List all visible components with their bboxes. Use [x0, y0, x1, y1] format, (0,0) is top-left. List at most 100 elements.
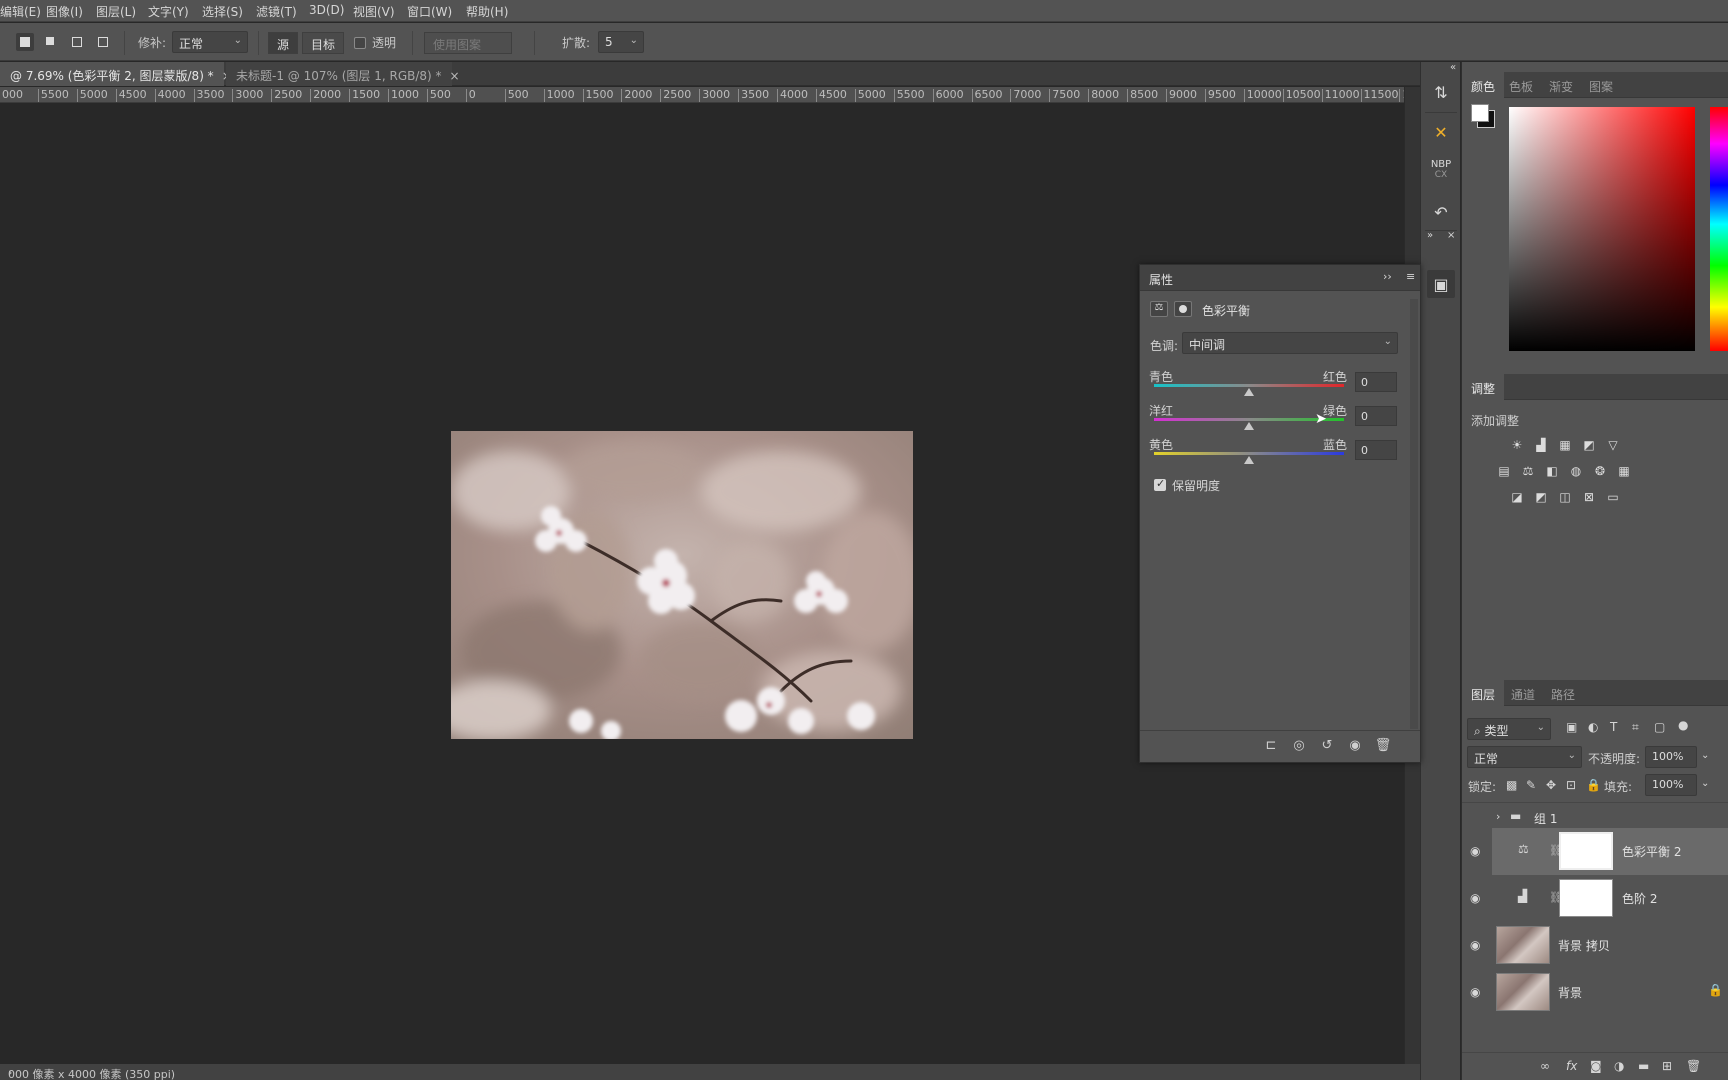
brightness-icon[interactable]: ☀: [1509, 438, 1525, 452]
invert-icon[interactable]: ◪: [1509, 490, 1525, 504]
lock-transparency-icon[interactable]: ▩: [1506, 778, 1517, 792]
navigator-button[interactable]: ↶: [1427, 198, 1455, 226]
tone-dropdown[interactable]: 中间调 ⌄: [1182, 332, 1398, 354]
use-pattern-button[interactable]: 使用图案: [424, 32, 512, 54]
fill-field[interactable]: 100%: [1645, 774, 1697, 796]
visibility-eye-icon[interactable]: ◉: [1470, 891, 1486, 905]
tab-gradients[interactable]: 渐变: [1540, 72, 1582, 98]
visibility-eye-icon[interactable]: ◉: [1346, 738, 1364, 756]
nbp-plugin-button[interactable]: NBP CX: [1427, 156, 1455, 184]
photo-filter-icon[interactable]: ◍: [1568, 464, 1584, 478]
cyan-red-track[interactable]: [1154, 384, 1344, 387]
collapse-dock-icon[interactable]: «: [1447, 62, 1459, 73]
source-button[interactable]: 源: [268, 32, 299, 54]
blend-mode-dropdown[interactable]: 正常 ⌄: [1467, 746, 1582, 768]
layer-row-background[interactable]: ◉ 背景 🔒: [1470, 969, 1728, 1016]
shape-filter-icon[interactable]: ⌗: [1632, 720, 1639, 735]
new-group-icon[interactable]: ▬: [1638, 1059, 1649, 1073]
yellow-blue-track[interactable]: [1154, 452, 1344, 455]
lock-icon[interactable]: 🔒: [1708, 983, 1723, 997]
link-layers-icon[interactable]: ∞: [1540, 1059, 1550, 1073]
chevron-down-icon[interactable]: ⌄: [1701, 778, 1709, 789]
channel-mixer-icon[interactable]: ❂: [1592, 464, 1608, 478]
menu-layer[interactable]: 图层(L): [96, 3, 136, 20]
expand-icon[interactable]: »: [1427, 230, 1433, 241]
magenta-green-input[interactable]: 0: [1355, 406, 1397, 426]
pixel-filter-icon[interactable]: ▣: [1566, 720, 1577, 734]
tab-document-active[interactable]: @ 7.69% (色彩平衡 2, 图层蒙版/8) *×: [0, 62, 232, 86]
yellow-blue-slider-thumb[interactable]: [1244, 456, 1254, 464]
color-lookup-icon[interactable]: ▦: [1616, 464, 1632, 478]
menu-select[interactable]: 选择(S): [202, 3, 243, 20]
chevron-right-icon[interactable]: ›: [1496, 810, 1500, 823]
patch-mode-dropdown[interactable]: 正常 ⌄: [172, 31, 248, 53]
cyan-red-slider-thumb[interactable]: [1244, 388, 1254, 396]
tab-channels[interactable]: 通道: [1502, 680, 1544, 706]
curves-icon[interactable]: ▦: [1557, 438, 1573, 452]
visibility-eye-icon[interactable]: ◉: [1470, 938, 1486, 952]
tab-layers[interactable]: 图层: [1462, 680, 1505, 706]
tab-adjustments[interactable]: 调整: [1462, 374, 1505, 400]
tab-document-untitled[interactable]: 未标题-1 @ 107% (图层 1, RGB/8) * ×: [226, 62, 460, 86]
properties-panel-button[interactable]: ▣: [1427, 270, 1455, 298]
tool-presets-button[interactable]: ✕: [1427, 118, 1455, 146]
fx-icon[interactable]: fx: [1566, 1059, 1577, 1073]
menu-type[interactable]: 文字(Y): [148, 3, 189, 20]
document-image[interactable]: [451, 431, 913, 739]
collapse-icon[interactable]: ››: [1383, 270, 1392, 283]
vibrance-icon[interactable]: ▽: [1605, 438, 1621, 452]
menu-help[interactable]: 帮助(H): [466, 3, 508, 20]
close-icon[interactable]: ×: [450, 69, 460, 83]
status-menu-arrow-icon[interactable]: ›: [8, 1066, 12, 1079]
layer-mask-icon[interactable]: [1174, 301, 1192, 317]
layer-filter-dropdown[interactable]: ⌕ 类型 ⌄: [1467, 718, 1551, 740]
tab-swatches[interactable]: 色板: [1500, 72, 1542, 98]
layer-row-color-balance[interactable]: ◉ ⚖ ⛓ 色彩平衡 2: [1470, 828, 1728, 875]
trash-icon[interactable]: 🗑: [1686, 1059, 1701, 1073]
lock-artboard-icon[interactable]: ⊡: [1566, 778, 1576, 792]
gradient-map-icon[interactable]: ▭: [1605, 490, 1621, 504]
view-previous-icon[interactable]: ◎: [1290, 738, 1308, 756]
diffusion-dropdown[interactable]: 5 ⌄: [598, 31, 644, 53]
color-balance-icon[interactable]: ⚖: [1520, 464, 1536, 478]
intersect-selection-button[interactable]: [94, 33, 112, 51]
add-selection-button[interactable]: [42, 33, 60, 51]
menu-window[interactable]: 窗口(W): [407, 3, 452, 20]
cyan-red-input[interactable]: 0: [1355, 372, 1397, 392]
menu-view[interactable]: 视图(V): [353, 3, 395, 20]
target-button[interactable]: 目标: [302, 32, 345, 54]
properties-scrollbar[interactable]: [1410, 299, 1418, 729]
filter-toggle-icon[interactable]: ●: [1678, 718, 1688, 732]
threshold-icon[interactable]: ◫: [1557, 490, 1573, 504]
menu-3d[interactable]: 3D(D): [309, 3, 344, 17]
new-selection-button[interactable]: [16, 33, 34, 51]
chevron-down-icon[interactable]: ⌄: [1701, 750, 1709, 761]
reset-icon[interactable]: ↺: [1318, 738, 1336, 756]
lock-position-icon[interactable]: ✥: [1546, 778, 1556, 792]
clip-to-layer-icon[interactable]: ⊏: [1262, 738, 1280, 756]
levels-icon[interactable]: ▟: [1533, 438, 1549, 452]
black-white-icon[interactable]: ◧: [1544, 464, 1560, 478]
selective-color-icon[interactable]: ⊠: [1581, 490, 1597, 504]
foreground-color-swatch[interactable]: [1471, 104, 1489, 122]
new-layer-icon[interactable]: ⊞: [1662, 1059, 1672, 1073]
menu-image[interactable]: 图像(I): [46, 3, 83, 20]
history-panel-button[interactable]: ⇅: [1427, 78, 1455, 106]
type-filter-icon[interactable]: T: [1610, 720, 1617, 734]
layer-mask-thumbnail[interactable]: [1559, 879, 1613, 917]
visibility-eye-icon[interactable]: ◉: [1470, 985, 1486, 999]
layer-row-levels[interactable]: ◉ ▟ ⛓ 色阶 2: [1470, 875, 1728, 922]
smart-object-filter-icon[interactable]: ▢: [1654, 720, 1665, 734]
preserve-luminosity-checkbox[interactable]: [1154, 477, 1166, 491]
hue-saturation-icon[interactable]: ▤: [1496, 464, 1512, 478]
tab-patterns[interactable]: 图案: [1580, 72, 1622, 98]
opacity-field[interactable]: 100%: [1645, 746, 1697, 768]
close-icon[interactable]: ×: [1447, 230, 1455, 241]
tab-color[interactable]: 颜色: [1462, 72, 1505, 98]
subtract-selection-button[interactable]: [68, 33, 86, 51]
hue-slider[interactable]: [1710, 107, 1728, 351]
yellow-blue-input[interactable]: 0: [1355, 440, 1397, 460]
tab-paths[interactable]: 路径: [1542, 680, 1584, 706]
transparent-checkbox[interactable]: [354, 37, 366, 49]
magenta-green-slider-thumb[interactable]: [1244, 422, 1254, 430]
